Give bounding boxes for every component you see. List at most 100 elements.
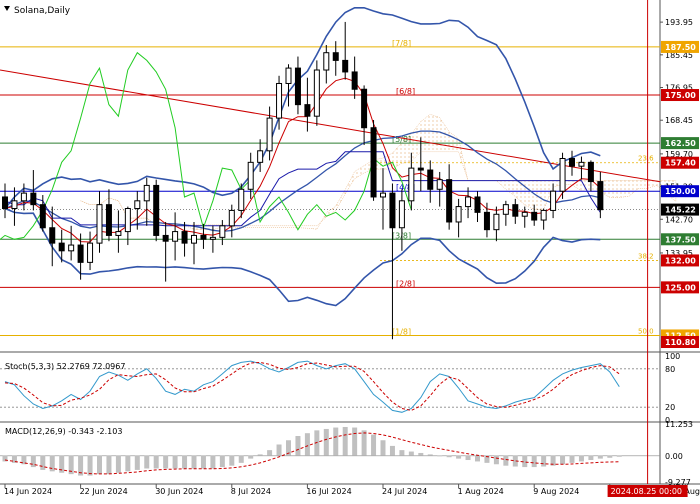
crosshair-time-label: 2024.08.25 00:00 <box>611 487 682 496</box>
candle-body <box>361 88 368 129</box>
macd-histogram-bar <box>616 455 622 457</box>
candle-body <box>58 242 65 252</box>
candle-body <box>153 184 160 236</box>
price-tag-label: 110.80 <box>665 338 696 347</box>
macd-histogram-bar <box>475 455 480 462</box>
macd-histogram-bar <box>607 455 613 458</box>
macd-histogram-bar <box>380 440 386 456</box>
fibo-level-label: 50.0 <box>638 327 654 335</box>
trading-chart[interactable]: [8/8][7/8][6/8][5/8][4/8][3/8][2/8][1/8]… <box>0 0 700 500</box>
macd-histogram-bar <box>219 455 225 468</box>
time-tick-label: 14 Jun 2024 <box>4 487 52 496</box>
macd-histogram-bar <box>456 455 462 459</box>
stoch-tick-label: 20 <box>665 403 675 412</box>
candle-body <box>455 206 462 223</box>
candle <box>313 60 320 126</box>
candle-body <box>30 192 37 206</box>
macd-histogram-bar <box>352 427 358 456</box>
time-tick-label: 9 Aug 2024 <box>533 487 579 496</box>
candle-body <box>342 59 349 73</box>
candle-body <box>20 192 27 202</box>
candle <box>370 120 377 201</box>
candle-body <box>483 211 490 231</box>
candle-body <box>332 52 339 61</box>
macd-histogram-bar <box>106 455 112 475</box>
macd-histogram-bar <box>408 451 414 456</box>
macd-histogram-bar <box>323 428 329 456</box>
candle-body <box>191 234 197 244</box>
candle-body <box>540 209 547 221</box>
price-tag-label: 175.00 <box>665 91 696 100</box>
candle-body <box>134 200 141 210</box>
candle-body <box>68 244 75 252</box>
macd-histogram-bar <box>163 455 169 469</box>
macd-histogram-bar <box>437 455 443 457</box>
candle-body <box>304 104 311 117</box>
candle-body <box>408 167 415 202</box>
candle-body <box>550 190 557 211</box>
price-tag-label: 125.00 <box>665 283 696 292</box>
candle-body <box>115 231 122 236</box>
stoch-title: Stoch(5,3,3) 52.2769 72.0967 <box>5 362 125 371</box>
price-tag-label: 157.40 <box>665 159 696 168</box>
candle-body <box>398 200 405 229</box>
fibo-level-label: 38.2 <box>638 252 654 260</box>
macd-histogram-bar <box>257 454 263 456</box>
candle-body <box>238 188 245 211</box>
candle-body <box>11 200 18 210</box>
candle-body <box>351 71 358 90</box>
macd-histogram-bar <box>371 434 377 456</box>
price-tag-label: 137.50 <box>665 235 696 244</box>
macd-histogram-bar <box>597 455 603 459</box>
time-tick-label: 16 Jul 2024 <box>306 487 351 496</box>
macd-histogram-bar <box>342 426 348 456</box>
macd-histogram-bar <box>182 455 188 469</box>
candle-body <box>531 211 538 221</box>
time-tick-label: 30 Jun 2024 <box>155 487 203 496</box>
macd-title: MACD(12,26,9) -0.343 -2.103 <box>5 427 122 436</box>
time-tick-label: 1 Aug 2024 <box>458 487 504 496</box>
macd-tick-label: 0.00 <box>665 452 683 461</box>
macd-histogram-bar <box>40 455 46 470</box>
candle-body <box>313 69 320 117</box>
candle <box>153 179 160 242</box>
murrey-level-label: [6/8] <box>396 87 415 96</box>
candle-body <box>380 192 386 198</box>
stoch-tick-label: 80 <box>665 365 675 374</box>
candle-body <box>181 231 188 244</box>
macd-histogram-bar <box>210 455 216 469</box>
candle-body <box>465 196 472 208</box>
candle-body <box>446 179 453 223</box>
candle-body <box>39 204 46 229</box>
macd-histogram-bar <box>333 427 339 456</box>
chart-title: Solana,Daily <box>14 6 71 16</box>
price-tick-label: 142.70 <box>665 215 693 224</box>
macd-histogram-bar <box>134 455 140 470</box>
price-tag-label: 162.50 <box>665 139 696 148</box>
macd-histogram-bar <box>144 455 150 469</box>
chart-window: [8/8][7/8][6/8][5/8][4/8][3/8][2/8][1/8]… <box>0 0 700 500</box>
macd-histogram-bar <box>30 455 36 468</box>
macd-histogram-bar <box>446 455 452 458</box>
macd-histogram-bar <box>229 455 235 466</box>
macd-tick-label: 11.253 <box>665 420 693 429</box>
macd-histogram-bar <box>238 455 244 463</box>
macd-histogram-bar <box>569 455 575 463</box>
candle-body <box>559 157 566 192</box>
macd-histogram-bar <box>361 430 367 456</box>
macd-histogram-bar <box>115 455 121 473</box>
candle-body <box>370 127 377 198</box>
candle-body <box>77 244 84 263</box>
candle-body <box>493 213 500 231</box>
macd-histogram-bar <box>578 455 584 462</box>
candle-body <box>228 209 235 227</box>
macd-histogram-bar <box>191 455 197 469</box>
price-tag-label: 150.00 <box>665 187 696 196</box>
macd-histogram-bar <box>276 444 282 456</box>
macd-histogram-bar <box>97 455 102 475</box>
macd-histogram-bar <box>541 455 547 467</box>
candle-body <box>587 161 594 183</box>
candle-body <box>512 204 519 217</box>
macd-histogram-bar <box>304 433 310 456</box>
candle-body <box>257 150 264 163</box>
